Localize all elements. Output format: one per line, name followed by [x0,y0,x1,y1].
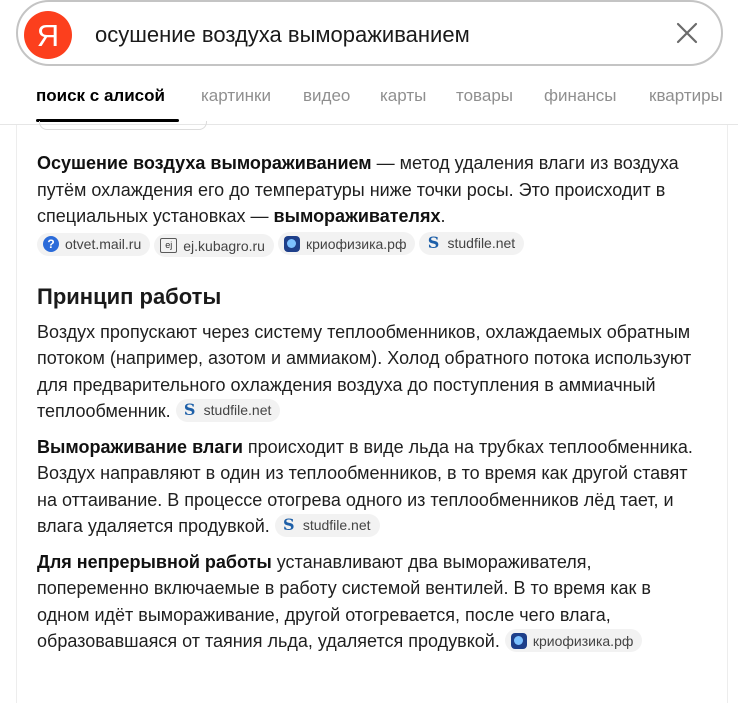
source-link[interactable]: Sstudfile.net [274,513,380,537]
studfile-favicon: S [427,233,440,252]
mail-favicon: ? [43,236,59,252]
tab-products[interactable]: товары [456,86,513,106]
source-link[interactable]: ? otvet.mail.ru [37,232,151,256]
paragraph-text: Воздух пропускают через систему теплообм… [37,321,692,422]
source-link[interactable]: ej ej.kubagro.ru [154,234,274,257]
paragraph-bold: Вымораживание влаги [37,436,243,457]
previous-pill-edge [39,121,207,130]
ej-favicon: ej [160,238,178,253]
close-icon[interactable] [676,22,698,44]
source-link[interactable]: S studfile.net [419,231,525,255]
yandex-logo[interactable]: Я [24,11,72,59]
tab-maps[interactable]: карты [380,86,426,106]
studfile-favicon: S [183,400,196,419]
tab-video[interactable]: видео [303,86,350,106]
kriofizika-favicon [283,235,300,252]
paragraph-1: Воздух пропускают через систему теплообм… [37,319,707,425]
search-bar[interactable]: Я осушение воздуха вымораживанием [16,0,723,66]
intro-paragraph: Осушение воздуха вымораживанием — метод … [37,150,707,230]
search-query[interactable]: осушение воздуха вымораживанием [95,22,470,48]
intro-sources: ? otvet.mail.ru ej ej.kubagro.ru криофиз… [37,231,707,258]
tab-finance[interactable]: финансы [544,86,616,106]
answer-card: Осушение воздуха вымораживанием — метод … [16,121,728,703]
paragraph-2: Вымораживание влаги происходит в виде ль… [37,434,707,540]
source-label: криофизика.рф [532,632,634,649]
intro-bold-term-2: вымораживателях [273,206,441,226]
source-label: studfile.net [447,235,516,251]
search-tabs: поиск с алисой картинки видео карты това… [0,82,738,124]
studfile-favicon: S [283,515,295,534]
source-label: studfile.net [203,402,272,418]
kriofizika-favicon [510,632,527,649]
answer-content: Осушение воздуха вымораживанием — метод … [37,150,707,664]
source-link[interactable]: криофизика.рф [277,232,416,255]
tab-apartments[interactable]: квартиры [649,86,723,106]
source-link[interactable]: Sstudfile.net [175,398,281,422]
source-label: ej.kubagro.ru [183,237,265,254]
intro-bold-term: Осушение воздуха вымораживанием [37,153,372,173]
paragraph-bold: Для непрерывной работы [37,551,272,572]
intro-text-end: . [440,206,446,226]
paragraph-3: Для непрерывной работы устанавливают два… [37,549,707,655]
source-label: otvet.mail.ru [65,236,142,252]
tab-alice-search[interactable]: поиск с алисой [36,86,165,106]
source-label: криофизика.рф [305,235,407,252]
source-label: studfile.net [302,517,371,533]
section-heading: Принцип работы [37,283,222,309]
tab-images[interactable]: картинки [201,86,271,106]
source-link[interactable]: криофизика.рф [504,629,643,652]
